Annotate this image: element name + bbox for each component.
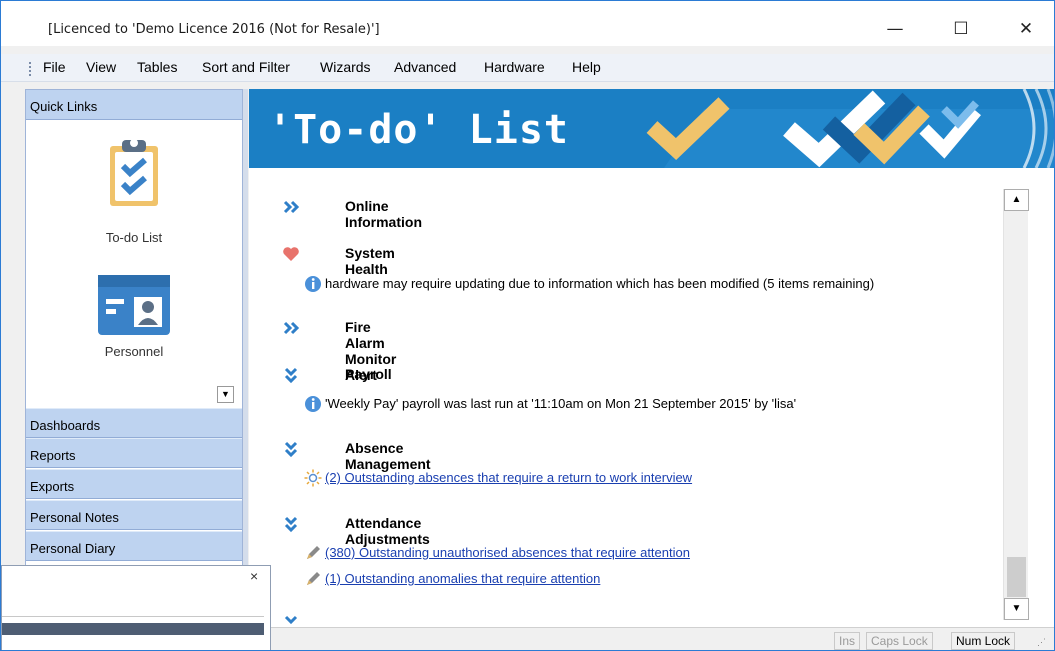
quick-links-pane: To-do List Personnel ▼: [26, 120, 242, 408]
info-icon: [305, 396, 321, 412]
title-bar: [Licenced to 'Demo Licence 2016 (Not for…: [1, 1, 1054, 46]
toolbar-grip[interactable]: [29, 62, 31, 76]
menu-help[interactable]: Help: [572, 59, 601, 75]
unauthorised-absences-link[interactable]: (380) Outstanding unauthorised absences …: [325, 545, 690, 560]
nav-dashboards[interactable]: Dashboards: [26, 408, 242, 438]
pencil-icon: [307, 546, 320, 559]
section-title: Absence Management: [345, 440, 431, 472]
scroll-up-button[interactable]: ▲: [1004, 189, 1029, 211]
info-icon: [305, 276, 321, 292]
nav-exports-label: Exports: [30, 479, 75, 494]
section-title: Online Information: [345, 198, 422, 230]
double-chevron-right-icon[interactable]: [282, 198, 300, 216]
menu-bar: File View Tables Sort and Filter Wizards…: [1, 54, 1054, 82]
menu-advanced[interactable]: Advanced: [394, 59, 456, 75]
status-ins: Ins: [834, 632, 861, 650]
double-chevron-down-icon[interactable]: [282, 614, 300, 627]
popup-close-button[interactable]: ×: [250, 568, 258, 584]
quick-link-todo-label: To-do List: [105, 230, 163, 245]
menu-tables[interactable]: Tables: [137, 59, 177, 75]
anomalies-link[interactable]: (1) Outstanding anomalies that require a…: [325, 571, 600, 586]
clipboard-check-icon: [110, 139, 158, 206]
quick-link-todo[interactable]: To-do List: [26, 130, 242, 245]
minimize-button[interactable]: —: [872, 12, 918, 46]
double-chevron-down-icon[interactable]: [282, 366, 300, 384]
menu-wizards[interactable]: Wizards: [320, 59, 371, 75]
absence-interview-link[interactable]: (2) Outstanding absences that require a …: [325, 470, 692, 485]
section-title: Attendance Adjustments: [345, 515, 430, 547]
maximize-button[interactable]: ☐: [938, 12, 984, 46]
menu-view[interactable]: View: [86, 59, 116, 75]
close-button[interactable]: ✕: [1003, 12, 1049, 46]
pencil-icon: [307, 572, 320, 585]
todo-content: Online Information System Health hardwar…: [249, 168, 1054, 627]
nav-personal-notes[interactable]: Personal Notes: [26, 500, 242, 530]
status-bar: Ins Caps Lock Num Lock ⋰: [249, 627, 1054, 650]
section-title: Payroll: [345, 366, 392, 382]
section-title: System Health: [345, 245, 395, 277]
heart-icon: [283, 247, 299, 261]
nav-exports[interactable]: Exports: [26, 469, 242, 499]
status-caps-lock: Caps Lock: [866, 632, 933, 650]
nav-dashboards-label: Dashboards: [30, 418, 101, 433]
scroll-down-button[interactable]: ▼: [1004, 598, 1029, 620]
sun-icon: [304, 469, 322, 487]
quick-link-personnel-label: Personnel: [104, 344, 164, 359]
nav-personal-diary[interactable]: Personal Diary: [26, 531, 242, 561]
resize-grip-icon[interactable]: ⋰: [1037, 637, 1046, 648]
quick-links-label: Quick Links: [30, 99, 98, 114]
nav-personal-diary-label: Personal Diary: [30, 541, 116, 556]
scroll-thumb[interactable]: [1007, 557, 1026, 597]
nav-reports-label: Reports: [30, 448, 76, 463]
nav-personal-notes-label: Personal Notes: [30, 510, 119, 525]
content-scrollbar[interactable]: ▲ ▼: [1003, 189, 1029, 620]
menu-file[interactable]: File: [43, 59, 66, 75]
window-title: [Licenced to 'Demo Licence 2016 (Not for…: [48, 22, 380, 37]
quick-links-scroll-down-button[interactable]: ▼: [217, 386, 234, 403]
menu-hardware[interactable]: Hardware: [484, 59, 545, 75]
system-health-message: hardware may require updating due to inf…: [325, 276, 875, 291]
nav-reports[interactable]: Reports: [26, 438, 242, 468]
popup-progress-bar: [2, 623, 264, 635]
double-chevron-right-icon[interactable]: [282, 319, 300, 337]
todo-banner: 'To-do' List: [249, 89, 1054, 168]
quick-links-header[interactable]: Quick Links: [26, 90, 242, 120]
double-chevron-down-icon[interactable]: [282, 440, 300, 458]
status-num-lock: Num Lock: [951, 632, 1016, 650]
payroll-message: 'Weekly Pay' payroll was last run at '11…: [325, 396, 797, 411]
double-chevron-down-icon[interactable]: [282, 515, 300, 533]
app-window: [Licenced to 'Demo Licence 2016 (Not for…: [0, 0, 1055, 651]
banner-title: 'To-do' List: [268, 107, 569, 153]
popup-panel: ×: [1, 565, 271, 650]
quick-link-personnel[interactable]: Personnel: [26, 270, 242, 360]
menu-sort-and-filter[interactable]: Sort and Filter: [202, 59, 290, 75]
checkmarks-decoration-icon: [646, 89, 1054, 168]
id-card-icon: [98, 275, 170, 335]
popup-divider: [2, 616, 264, 617]
